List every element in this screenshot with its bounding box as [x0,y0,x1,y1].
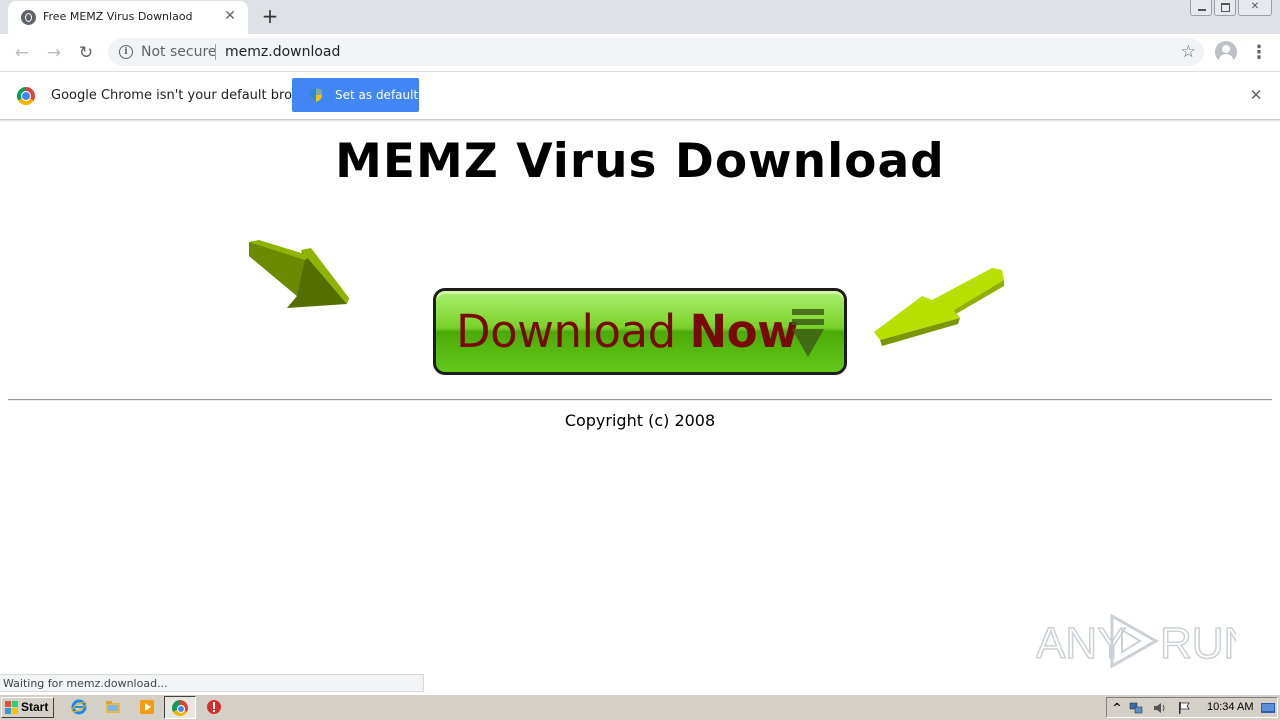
browser-tab[interactable]: Free MEMZ Virus Downlaod ✕ [8,1,248,34]
profile-avatar-icon[interactable] [1215,41,1237,63]
volume-icon[interactable] [1153,701,1167,715]
title-bar: Free MEMZ Virus Downlaod ✕ + [0,0,1280,34]
page-title: MEMZ Virus Download [335,134,945,189]
default-browser-infobar: Google Chrome isn't your default browser… [0,72,1280,120]
windows-logo-icon [5,701,18,714]
tray-clock[interactable]: 10:34 AM [1207,701,1253,713]
chrome-taskbar-icon-center [177,705,185,713]
status-bubble: Waiting for memz.download... [0,674,424,692]
taskbar-chrome-button[interactable] [164,696,196,719]
action-center-flag-icon[interactable] [1177,701,1191,715]
internet-explorer-icon[interactable] [71,699,87,715]
new-tab-button[interactable]: + [260,6,280,26]
windows-taskbar: Start ^ 10:34 AM [0,694,1280,720]
tab-title: Free MEMZ Virus Downlaod [43,10,193,23]
download-now-button[interactable]: Download Now [433,288,847,375]
media-player-icon[interactable] [139,699,155,715]
window-controls [1190,0,1272,18]
system-tray: ^ 10:34 AM [1106,697,1278,718]
copyright-text: Copyright (c) 2008 [564,411,716,430]
show-desktop-icon[interactable] [1261,701,1275,715]
security-label[interactable]: Not secure [141,44,217,60]
reload-button[interactable]: ↻ [74,41,98,65]
url-text[interactable]: memz.download [225,44,340,60]
set-as-default-label: Set as default [335,88,419,102]
pointing-arrow-left-icon [249,240,349,308]
file-explorer-icon[interactable] [105,699,121,715]
browser-toolbar: ← → ↻ i Not secure memz.download ☆ ⋮ [0,34,1280,72]
download-arrow-icon [792,309,824,357]
globe-icon [21,10,36,25]
start-label: Start [21,700,49,714]
uac-shield-icon [310,88,322,102]
tray-expand-icon[interactable]: ^ [1110,701,1124,715]
info-icon[interactable]: i [119,45,133,59]
browser-menu-icon[interactable]: ⋮ [1250,41,1268,65]
chrome-logo-icon [17,87,35,105]
stop-sign-icon[interactable] [206,699,222,715]
close-tab-icon[interactable]: ✕ [222,8,238,24]
download-now-label: Download Now [456,305,799,358]
address-bar[interactable]: i Not secure memz.download ☆ [108,38,1204,66]
network-icon[interactable] [1129,701,1143,715]
infobar-close-icon[interactable]: ✕ [1248,86,1264,104]
pointing-arrow-right-icon [874,268,1004,346]
address-separator [215,44,216,60]
svg-text:RUN: RUN [1160,619,1236,668]
anyrun-watermark-logo: ANY RUN [1036,613,1236,669]
infobar-message: Google Chrome isn't your default browser [51,88,323,103]
minimize-button[interactable] [1190,0,1212,16]
start-button[interactable]: Start [1,697,54,718]
back-button[interactable]: ← [10,41,34,65]
set-as-default-button[interactable]: Set as default [292,78,419,112]
bookmark-star-icon[interactable]: ☆ [1181,41,1196,63]
forward-button[interactable]: → [42,41,66,65]
window-close-button[interactable] [1238,0,1272,16]
horizontal-rule [8,399,1272,401]
restore-button[interactable] [1214,0,1236,16]
